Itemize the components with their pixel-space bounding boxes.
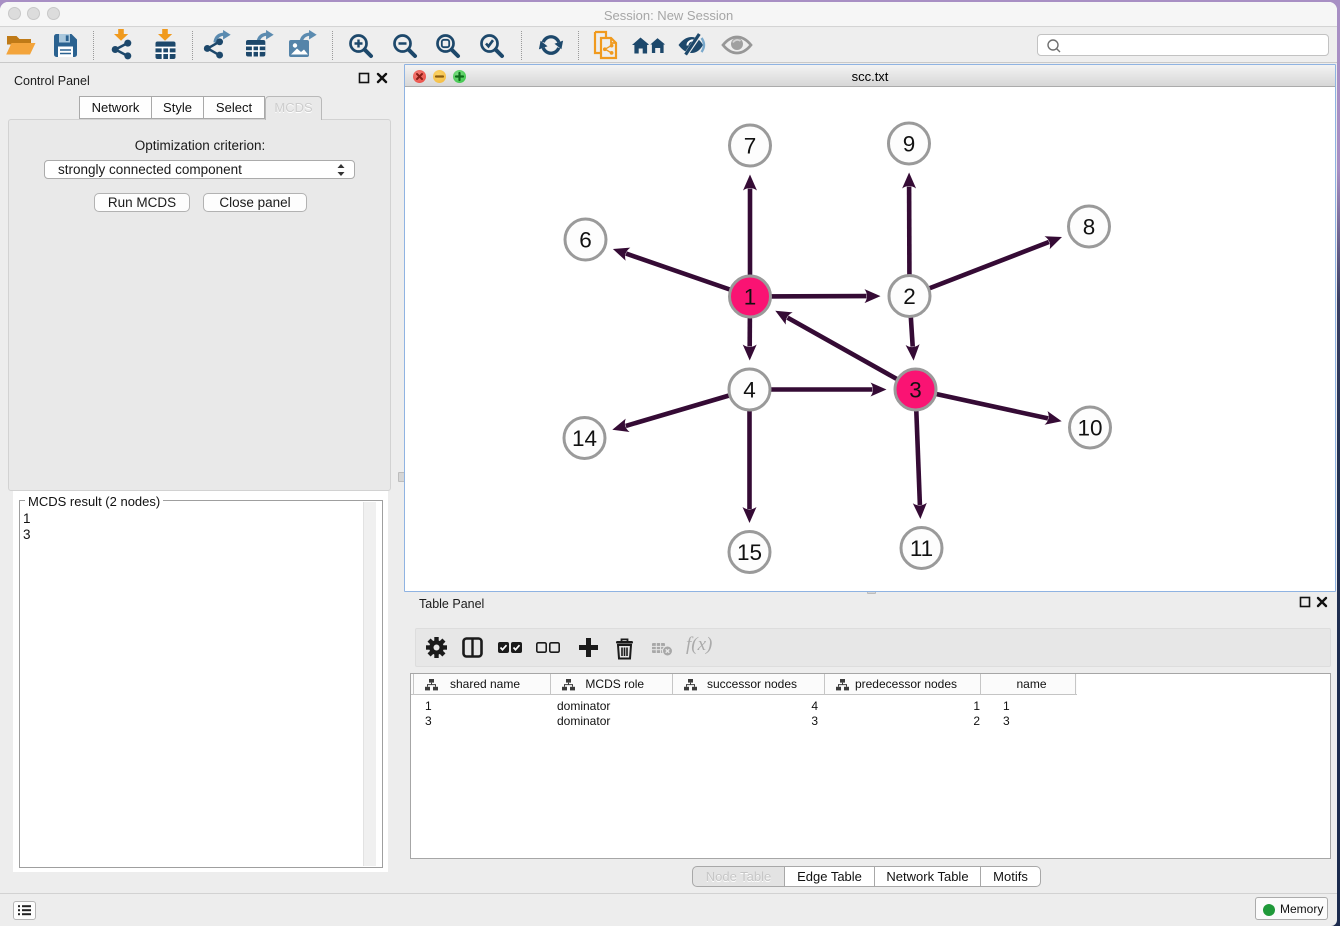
svg-text:8: 8 <box>1083 215 1096 240</box>
svg-text:7: 7 <box>744 134 757 159</box>
svg-text:1: 1 <box>744 285 757 310</box>
svg-text:14: 14 <box>572 426 597 451</box>
svg-text:2: 2 <box>903 284 916 309</box>
svg-text:10: 10 <box>1077 416 1102 441</box>
svg-text:15: 15 <box>737 540 762 565</box>
svg-text:11: 11 <box>910 536 933 561</box>
svg-text:6: 6 <box>579 228 592 253</box>
svg-text:3: 3 <box>909 378 922 403</box>
svg-text:9: 9 <box>903 132 916 157</box>
svg-text:4: 4 <box>743 378 756 403</box>
